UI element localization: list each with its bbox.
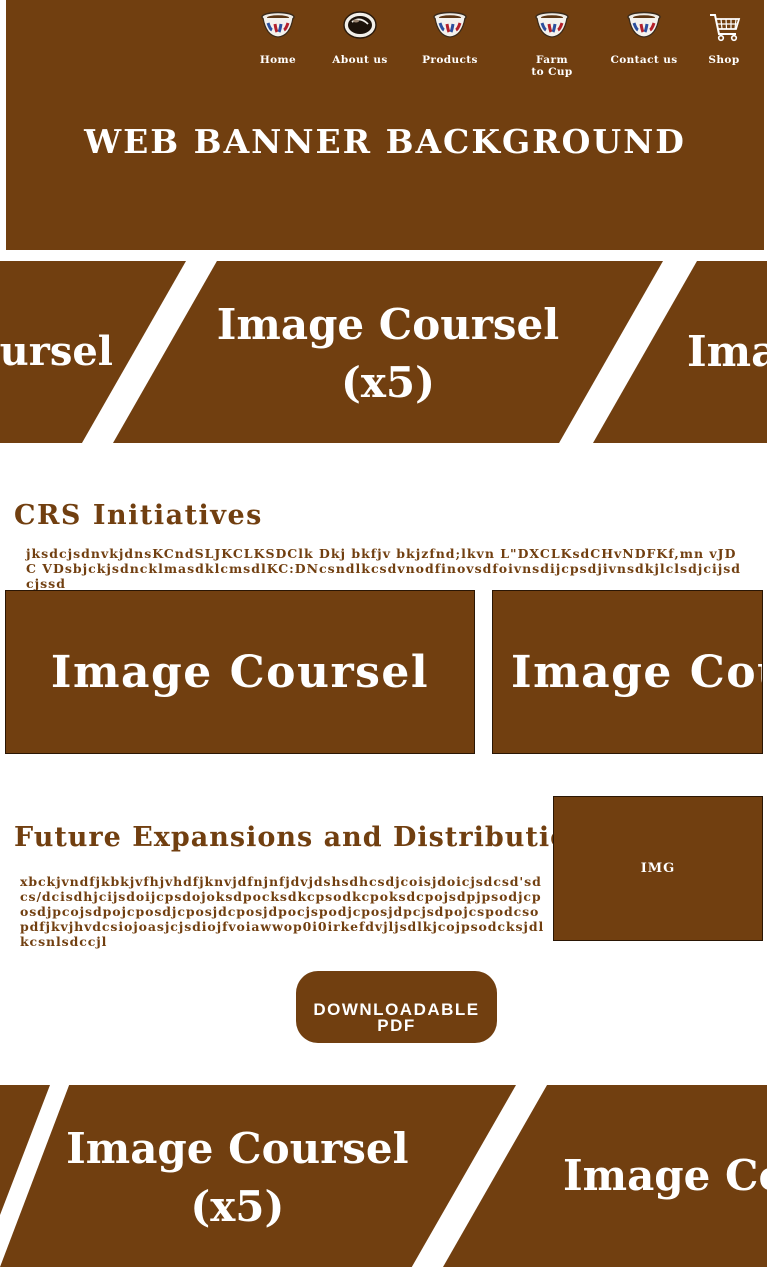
nav-label-products: Products (422, 54, 478, 66)
crs-carousel-slide-label: Image Coursel (511, 646, 762, 698)
nav-item-home[interactable]: Home (240, 10, 316, 66)
nav-item-about-us[interactable]: About us (322, 10, 398, 66)
coffee-cup-icon (261, 11, 295, 38)
carousel-slide-label: Image Coursel (x5) (216, 300, 560, 407)
crs-title: CRS Initiatives (14, 500, 263, 531)
future-body-text: xbckjvndfjkbkjvfhjvhdfjknvjdfnjnfjdvjdsh… (20, 874, 545, 949)
nav-label-home: Home (259, 54, 297, 66)
nav-item-products[interactable]: Products (412, 10, 488, 66)
nav-label-contact-us: Contact us (610, 54, 678, 66)
carousel-slide-label: Image Coursel (x5) (66, 1124, 409, 1231)
image-carousel-top[interactable]: ursel Image Coursel (x5) Ima (0, 261, 767, 443)
carousel-slide-active[interactable]: Image Coursel (x5) (0, 1085, 516, 1267)
crs-carousel-slide-label: Image Coursel (50, 646, 430, 698)
carousel-slide-active[interactable]: Image Coursel (x5) (113, 261, 663, 443)
nav-label-farm-to-cup: Farm to Cup (531, 54, 573, 78)
nav-item-farm-to-cup[interactable]: Farm to Cup (512, 10, 592, 78)
carousel-slide-label: ursel (0, 328, 113, 375)
crs-carousel-slide[interactable]: Image Coursel (492, 590, 763, 754)
crs-body-text: jksdcjsdnvkjdnsKCndSLJKCLKSDClk Dkj bkfj… (26, 546, 741, 591)
nav-label-shop: Shop (708, 54, 740, 66)
crs-carousel-slide[interactable]: Image Coursel (5, 590, 475, 754)
carousel-slide-label: Ima (687, 327, 767, 376)
coffee-cup-icon (627, 11, 661, 38)
downloadable-pdf-button[interactable]: DOWNLOADABLE PDF (296, 971, 497, 1043)
image-placeholder-label: IMG (640, 861, 676, 876)
coffee-cup-icon (433, 11, 467, 38)
web-banner: Home About us Products Farm to Cup Conta… (6, 0, 764, 250)
coffee-bean-icon (343, 11, 377, 39)
nav-label-about-us: About us (332, 54, 388, 66)
nav-item-shop[interactable]: Shop (686, 10, 762, 66)
nav-item-contact-us[interactable]: Contact us (606, 10, 682, 66)
future-image-placeholder: IMG (553, 796, 763, 941)
image-carousel-bottom[interactable]: Image Coursel (x5) Image Co (0, 1085, 767, 1267)
banner-title: WEB BANNER BACKGROUND (84, 122, 686, 161)
shopping-cart-icon (710, 14, 741, 42)
future-title: Future Expansions and Distribution (14, 822, 590, 853)
coffee-cup-icon (535, 11, 569, 38)
carousel-slide-label: Image Co (563, 1151, 767, 1200)
